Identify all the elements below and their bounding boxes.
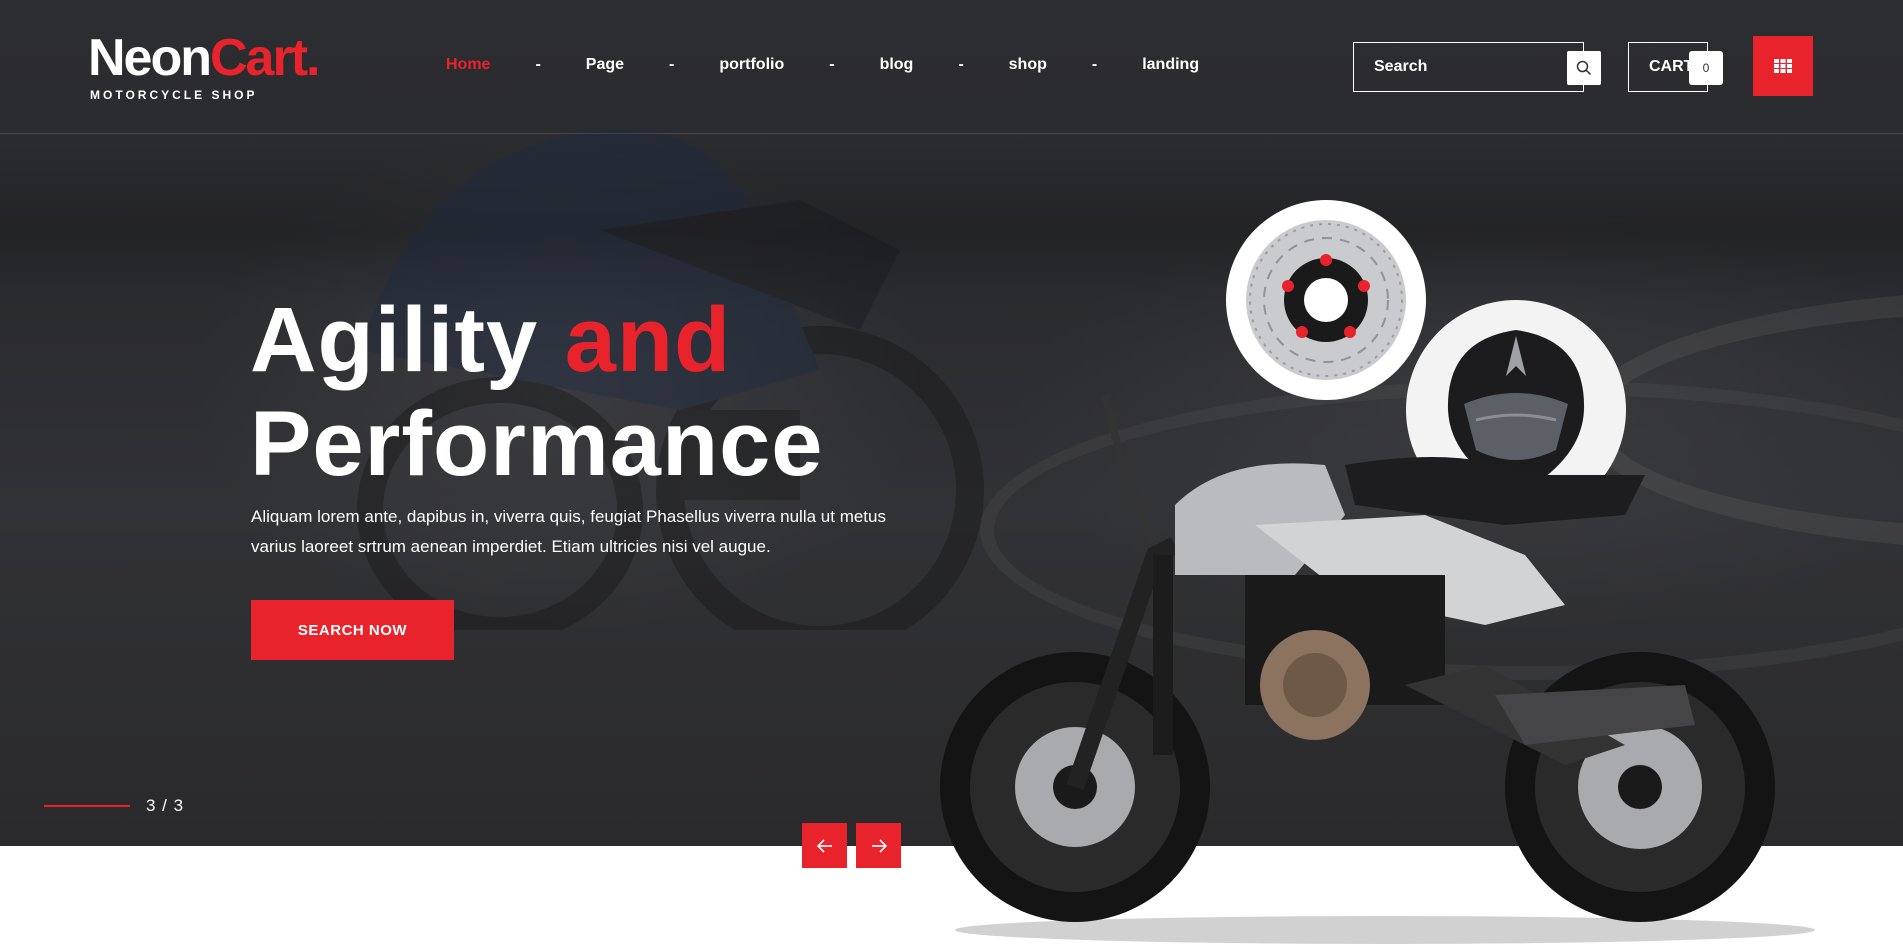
slide-progress-line (44, 805, 130, 807)
brake-disc-image (1246, 220, 1406, 380)
main-nav: Home - Page - portfolio - blog - shop - … (446, 56, 1199, 74)
hero-description: Aliquam lorem ante, dapibus in, viverra … (251, 507, 886, 556)
nav-separator: - (958, 56, 964, 73)
logo[interactable]: NeonCart. MOTORCYCLE SHOP (88, 29, 320, 102)
menu-grid-button[interactable] (1753, 36, 1813, 96)
search-input[interactable] (1354, 58, 1554, 76)
search-box (1353, 42, 1601, 92)
search-button[interactable] (1567, 51, 1601, 85)
slide-counter-text: 3 / 3 (146, 796, 185, 815)
headline-word-and: and (564, 289, 732, 391)
site-header: NeonCart. MOTORCYCLE SHOP Home - Page - … (0, 0, 1903, 134)
nav-separator: - (669, 56, 675, 73)
nav-item-blog[interactable]: blog (880, 56, 914, 74)
logo-name-part2: Cart. (210, 29, 320, 87)
nav-item-landing[interactable]: landing (1142, 56, 1199, 74)
logo-tagline: MOTORCYCLE SHOP (90, 88, 258, 102)
cart-button[interactable]: CART 0 (1628, 42, 1723, 92)
cart-count-badge: 0 (1689, 51, 1723, 85)
nav-separator: - (535, 56, 541, 73)
logo-name-part1: Neon (88, 29, 212, 87)
headline-word-agility: Agility (250, 289, 539, 391)
grid-icon (1774, 59, 1792, 73)
nav-item-home[interactable]: Home (446, 56, 490, 74)
hero-headline: Agility and Performance (250, 288, 823, 496)
headline-word-performance: Performance (250, 393, 824, 495)
nav-item-page[interactable]: Page (586, 56, 624, 74)
nav-separator: - (829, 56, 835, 73)
motorcycle-hero-image (940, 394, 1815, 944)
slider-next-button[interactable] (856, 823, 901, 868)
slider-prev-button[interactable] (802, 823, 847, 868)
arrow-left-icon (816, 838, 832, 853)
arrow-right-icon (871, 838, 887, 853)
nav-item-portfolio[interactable]: portfolio (719, 56, 784, 74)
cart-label: CART (1649, 58, 1694, 75)
slide-counter: 3 / 3 (44, 796, 184, 816)
nav-separator: - (1091, 56, 1098, 73)
search-now-button[interactable]: SEARCH NOW (251, 600, 454, 660)
brake-disc-product-image[interactable] (1226, 200, 1426, 400)
logo-wordmark: NeonCart. (88, 29, 320, 87)
nav-item-shop[interactable]: shop (1009, 56, 1047, 74)
search-icon (1576, 60, 1592, 76)
